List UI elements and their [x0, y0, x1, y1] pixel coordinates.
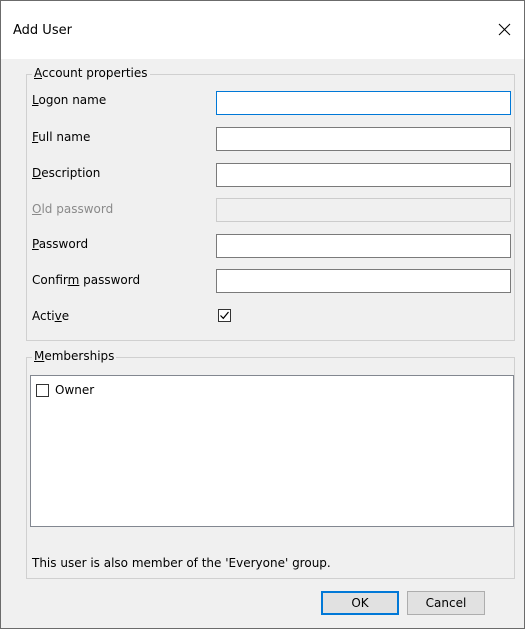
owner-checkbox[interactable] [36, 384, 49, 397]
description-input[interactable] [216, 163, 511, 187]
ok-button[interactable]: OK [321, 591, 399, 615]
password-label: Password [32, 237, 89, 251]
active-checkbox[interactable] [218, 309, 231, 322]
old-password-label: Old password [32, 202, 114, 216]
full-name-input[interactable] [216, 127, 511, 151]
old-password-input [216, 198, 511, 222]
everyone-info-text: This user is also member of the 'Everyon… [32, 556, 331, 570]
memberships-listbox[interactable]: Owner [30, 375, 514, 527]
confirm-password-label: Confirm password [32, 273, 141, 287]
title-bar: Add User [1, 1, 524, 59]
full-name-label: Full name [32, 130, 91, 144]
logon-name-label: Logon name [32, 93, 107, 107]
password-input[interactable] [216, 234, 511, 258]
description-label: Description [32, 166, 101, 180]
confirm-password-input[interactable] [216, 269, 511, 293]
account-properties-legend: Account properties [32, 66, 150, 80]
logon-name-input[interactable] [216, 91, 511, 115]
add-user-dialog: Add User Account properties Logon name F… [0, 0, 525, 629]
close-icon [498, 23, 510, 35]
active-label: Active [32, 309, 70, 323]
memberships-legend: Memberships [32, 349, 117, 363]
cancel-button[interactable]: Cancel [407, 591, 485, 615]
owner-label: Owner [55, 383, 95, 397]
window-title: Add User [13, 23, 72, 38]
checkmark-icon [220, 311, 229, 320]
close-button[interactable] [484, 11, 524, 47]
